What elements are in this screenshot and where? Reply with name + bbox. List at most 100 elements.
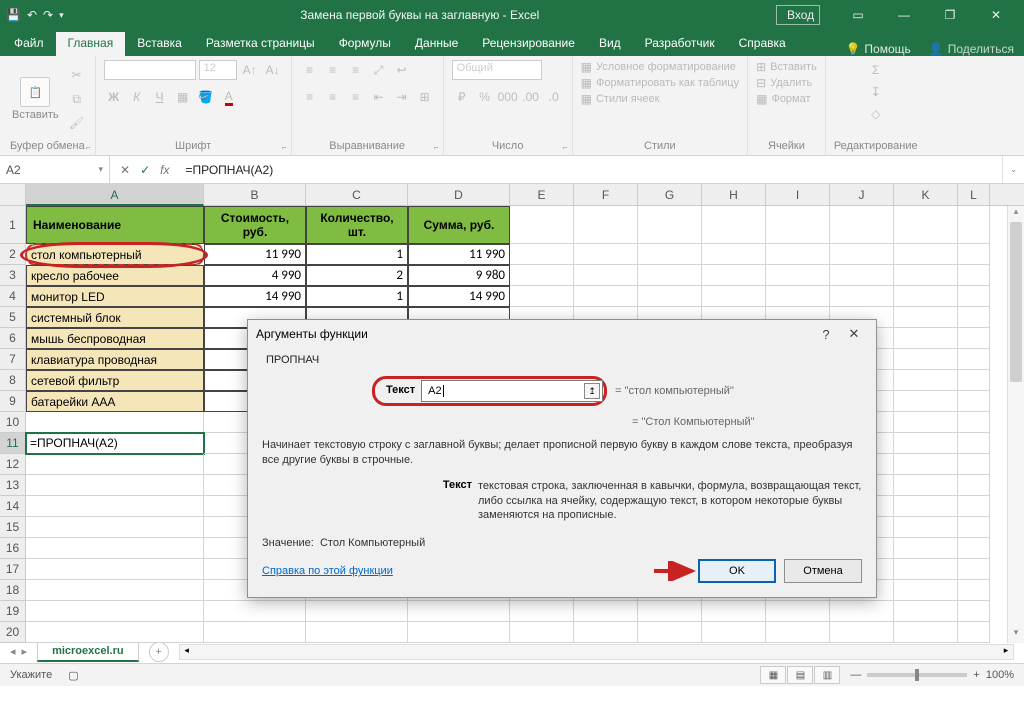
cell-b1[interactable]: Стоимость, руб. xyxy=(204,206,306,244)
row-header-15[interactable]: 15 xyxy=(0,517,26,538)
cell-empty[interactable] xyxy=(766,206,830,244)
vertical-scrollbar[interactable]: ▴ ▾ xyxy=(1007,206,1024,643)
enter-formula-icon[interactable]: ✓ xyxy=(140,163,150,177)
cell-c3[interactable]: 2 xyxy=(306,265,408,286)
maximize-icon[interactable]: ❐ xyxy=(928,8,972,22)
cell-d4[interactable]: 14 990 xyxy=(408,286,510,307)
dialog-close-icon[interactable]: ✕ xyxy=(840,326,868,342)
cell-a8[interactable]: сетевой фильтр xyxy=(26,370,204,391)
tab-help[interactable]: Справка xyxy=(727,32,798,56)
col-header-a[interactable]: A xyxy=(26,184,204,206)
col-header-g[interactable]: G xyxy=(638,184,702,205)
row-header-2[interactable]: 2 xyxy=(0,244,26,265)
insert-cells-icon[interactable]: ⊞ xyxy=(756,60,766,74)
increase-decimal-icon[interactable]: .00 xyxy=(521,87,541,107)
minimize-icon[interactable]: — xyxy=(882,8,926,22)
cell-a14[interactable] xyxy=(26,496,204,517)
macro-record-icon[interactable]: ▢ xyxy=(68,669,78,682)
col-header-i[interactable]: I xyxy=(766,184,830,205)
expand-formula-bar-icon[interactable]: ⌄ xyxy=(1002,156,1024,183)
increase-indent-icon[interactable]: ⇥ xyxy=(392,87,412,107)
fill-color-icon[interactable]: 🪣 xyxy=(196,87,216,107)
italic-icon[interactable]: К xyxy=(127,87,147,107)
autosum-icon[interactable]: Σ xyxy=(866,60,886,80)
cancel-button[interactable]: Отмена xyxy=(784,559,862,583)
row-header-14[interactable]: 14 xyxy=(0,496,26,517)
normal-view-icon[interactable]: ▦ xyxy=(760,666,786,684)
formula-input[interactable]: =ПРОПНАЧ(A2) xyxy=(179,163,1002,177)
cell-a11[interactable]: =ПРОПНАЧ(A2) xyxy=(26,433,204,454)
cell-a3[interactable]: кресло рабочее xyxy=(26,265,204,286)
fill-icon[interactable]: ↧ xyxy=(866,82,886,102)
row-header-1[interactable]: 1 xyxy=(0,206,26,244)
col-header-h[interactable]: H xyxy=(702,184,766,205)
row-header-17[interactable]: 17 xyxy=(0,559,26,580)
row-header-13[interactable]: 13 xyxy=(0,475,26,496)
cell-d2[interactable]: 11 990 xyxy=(408,244,510,265)
decrease-decimal-icon[interactable]: .0 xyxy=(544,87,564,107)
border-icon[interactable]: ▦ xyxy=(173,87,193,107)
cell-styles-icon[interactable]: ▦ xyxy=(581,92,592,106)
cell-a10[interactable] xyxy=(26,412,204,433)
row-header-5[interactable]: 5 xyxy=(0,307,26,328)
cell-empty[interactable] xyxy=(894,206,958,244)
cell-empty[interactable] xyxy=(830,206,894,244)
cell-a13[interactable] xyxy=(26,475,204,496)
tab-developer[interactable]: Разработчик xyxy=(633,32,727,56)
redo-icon[interactable]: ↷ xyxy=(43,8,53,22)
tab-review[interactable]: Рецензирование xyxy=(470,32,587,56)
col-header-d[interactable]: D xyxy=(408,184,510,205)
row-header-3[interactable]: 3 xyxy=(0,265,26,286)
col-header-c[interactable]: C xyxy=(306,184,408,205)
row-header-10[interactable]: 10 xyxy=(0,412,26,433)
row-header-7[interactable]: 7 xyxy=(0,349,26,370)
col-header-l[interactable]: L xyxy=(958,184,990,205)
decrease-indent-icon[interactable]: ⇤ xyxy=(369,87,389,107)
align-bottom-icon[interactable]: ≡ xyxy=(346,60,366,80)
sheet-nav-next-icon[interactable]: ▸ xyxy=(22,645,28,658)
tab-home[interactable]: Главная xyxy=(56,32,126,56)
cell-empty[interactable] xyxy=(510,206,574,244)
row-header-12[interactable]: 12 xyxy=(0,454,26,475)
paste-button[interactable]: 📋 Вставить xyxy=(8,75,63,123)
tab-data[interactable]: Данные xyxy=(403,32,470,56)
row-header-19[interactable]: 19 xyxy=(0,601,26,622)
function-help-link[interactable]: Справка по этой функции xyxy=(262,565,393,577)
close-icon[interactable]: ✕ xyxy=(974,8,1018,22)
number-format-combo[interactable]: Общий xyxy=(452,60,542,80)
align-left-icon[interactable]: ≡ xyxy=(300,87,320,107)
dialog-help-icon[interactable]: ? xyxy=(812,327,840,342)
align-center-icon[interactable]: ≡ xyxy=(323,87,343,107)
cell-a6[interactable]: мышь беспроводная xyxy=(26,328,204,349)
orientation-icon[interactable]: ⤢ xyxy=(369,60,389,80)
cell-c4[interactable]: 1 xyxy=(306,286,408,307)
scroll-thumb[interactable] xyxy=(1010,222,1022,382)
delete-cells-label[interactable]: Удалить xyxy=(770,77,812,89)
cell-c2[interactable]: 1 xyxy=(306,244,408,265)
underline-icon[interactable]: Ч xyxy=(150,87,170,107)
col-header-e[interactable]: E xyxy=(510,184,574,205)
cell-a7[interactable]: клавиатура проводная xyxy=(26,349,204,370)
row-header-18[interactable]: 18 xyxy=(0,580,26,601)
ok-button[interactable]: OK xyxy=(698,559,776,583)
format-table-label[interactable]: Форматировать как таблицу xyxy=(596,77,739,89)
cell-a12[interactable] xyxy=(26,454,204,475)
col-header-k[interactable]: K xyxy=(894,184,958,205)
align-right-icon[interactable]: ≡ xyxy=(346,87,366,107)
select-all-button[interactable] xyxy=(0,184,26,205)
cut-icon[interactable]: ✂ xyxy=(67,65,87,85)
row-header-6[interactable]: 6 xyxy=(0,328,26,349)
cell-a9[interactable]: батарейки AAA xyxy=(26,391,204,412)
percent-icon[interactable]: % xyxy=(475,87,495,107)
cond-format-icon[interactable]: ▦ xyxy=(581,60,592,74)
insert-cells-label[interactable]: Вставить xyxy=(770,61,817,73)
col-header-b[interactable]: B xyxy=(204,184,306,205)
page-break-view-icon[interactable]: ▥ xyxy=(814,666,840,684)
row-header-9[interactable]: 9 xyxy=(0,391,26,412)
zoom-out-icon[interactable]: — xyxy=(850,669,861,681)
cell-a15[interactable] xyxy=(26,517,204,538)
decrease-font-icon[interactable]: A↓ xyxy=(263,60,283,80)
format-table-icon[interactable]: ▦ xyxy=(581,76,592,90)
tab-formulas[interactable]: Формулы xyxy=(327,32,403,56)
wrap-text-icon[interactable]: ↩ xyxy=(392,60,412,80)
